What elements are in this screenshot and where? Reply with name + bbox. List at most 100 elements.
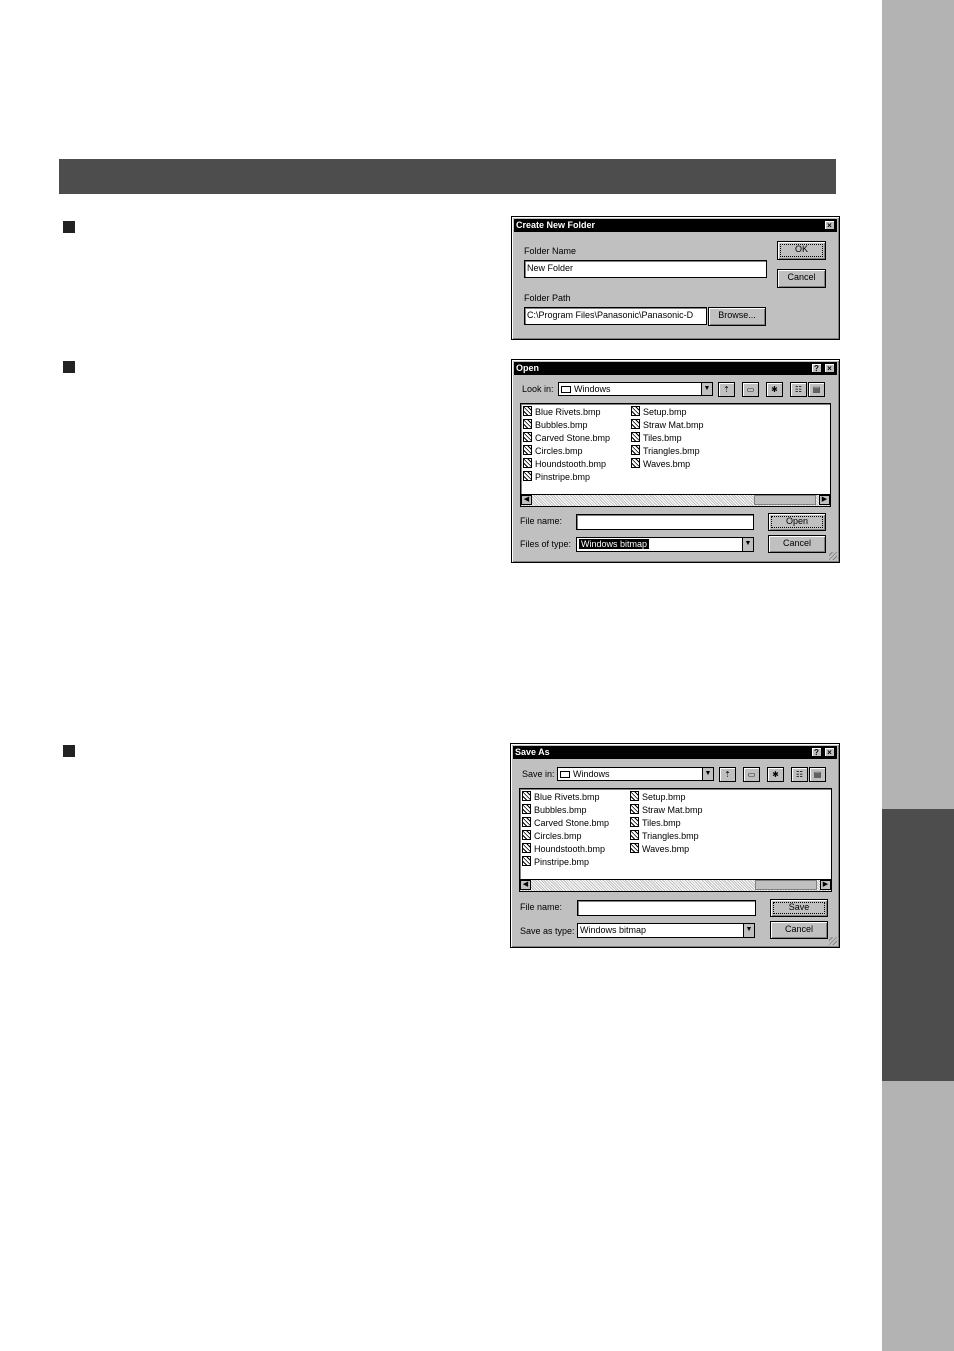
file-list-item[interactable]: Waves.bmp [630,843,689,855]
help-icon[interactable]: ? [811,747,822,757]
file-list-item[interactable]: Pinstripe.bmp [522,856,589,868]
ok-button[interactable]: OK [777,241,826,260]
file-list-item[interactable]: Blue Rivets.bmp [523,406,601,418]
file-list-item[interactable]: Pinstripe.bmp [523,471,590,483]
file-list-item[interactable]: Straw Mat.bmp [631,419,704,431]
close-icon[interactable]: × [824,220,835,230]
resize-grip-icon[interactable] [829,552,837,560]
side-tab [882,0,954,1351]
file-list-item[interactable]: Setup.bmp [630,791,686,803]
file-name-label: File name: [520,516,563,526]
horizontal-scrollbar[interactable]: ◀ ▶ [521,494,830,506]
file-list-item[interactable]: Circles.bmp [523,445,583,457]
file-name-input[interactable] [576,514,754,530]
list-view-icon[interactable]: ☷ [790,382,807,397]
file-name-text: Bubbles.bmp [534,805,587,815]
bitmap-file-icon [523,445,532,455]
section-header-bar [59,159,836,194]
file-list-item[interactable]: Carved Stone.bmp [523,432,610,444]
scroll-right-icon[interactable]: ▶ [819,495,830,505]
file-list-item[interactable]: Setup.bmp [631,406,687,418]
close-icon[interactable]: × [824,363,835,373]
desktop-icon[interactable]: ▭ [742,382,759,397]
save-button[interactable]: Save [770,899,828,917]
cancel-button[interactable]: Cancel [768,535,826,553]
scroll-left-icon[interactable]: ◀ [520,880,531,890]
file-list-item[interactable]: Triangles.bmp [630,830,699,842]
dropdown-arrow-icon[interactable]: ▼ [702,768,713,780]
bitmap-file-icon [631,445,640,455]
new-folder-icon[interactable]: ✱ [766,382,783,397]
cancel-button[interactable]: Cancel [777,269,826,288]
file-list-item[interactable]: Circles.bmp [522,830,582,842]
file-list-item[interactable]: Houndstooth.bmp [522,843,605,855]
up-folder-icon[interactable]: ⇡ [719,767,736,782]
file-type-label: Files of type: [520,539,572,549]
details-view-icon[interactable]: ▤ [808,382,825,397]
close-icon[interactable]: × [824,747,835,757]
browse-button[interactable]: Browse... [708,307,766,326]
dropdown-arrow-icon[interactable]: ▼ [742,538,753,551]
file-list-item[interactable]: Tiles.bmp [630,817,681,829]
bullet-square-1 [63,221,75,233]
horizontal-scrollbar[interactable]: ◀ ▶ [520,879,831,891]
folder-name-label: Folder Name [524,246,577,256]
dropdown-arrow-icon[interactable]: ▼ [743,924,754,937]
resize-grip-icon[interactable] [829,937,837,945]
dropdown-arrow-icon[interactable]: ▼ [701,383,712,395]
help-icon[interactable]: ? [811,363,822,373]
cancel-button[interactable]: Cancel [770,921,828,939]
save-as-type-dropdown[interactable]: Windows bitmap ▼ [577,923,755,938]
file-name-text: Setup.bmp [643,407,687,417]
bitmap-file-icon [631,432,640,442]
look-in-dropdown[interactable]: Windows ▼ [558,382,713,396]
file-list-item[interactable]: Houndstooth.bmp [523,458,606,470]
file-name-text: Carved Stone.bmp [535,433,611,443]
bullet-square-3 [63,745,75,757]
file-name-text: Tiles.bmp [643,433,682,443]
bitmap-file-icon [523,406,532,416]
file-list[interactable]: Blue Rivets.bmp Bubbles.bmp Carved Stone.b… [520,403,831,507]
save-in-dropdown[interactable]: Windows ▼ [557,767,714,781]
dialog-titlebar: Open ? × [514,362,837,375]
scroll-right-icon[interactable]: ▶ [820,880,831,890]
file-list-item[interactable]: Bubbles.bmp [523,419,588,431]
file-list[interactable]: Blue Rivets.bmp Bubbles.bmp Carved Stone.b… [519,788,832,892]
file-list-item[interactable]: Bubbles.bmp [522,804,587,816]
bitmap-file-icon [630,843,639,853]
desktop-icon[interactable]: ▭ [743,767,760,782]
file-name-text: Blue Rivets.bmp [535,407,601,417]
file-name-text: Bubbles.bmp [535,420,588,430]
file-name-label: File name: [520,902,563,912]
open-button[interactable]: Open [768,513,826,531]
bitmap-file-icon [523,458,532,468]
bitmap-file-icon [522,856,531,866]
file-name-input[interactable] [577,900,756,916]
bitmap-file-icon [522,843,531,853]
bitmap-file-icon [630,791,639,801]
file-list-item[interactable]: Tiles.bmp [631,432,682,444]
new-folder-icon[interactable]: ✱ [767,767,784,782]
bitmap-file-icon [523,471,532,481]
file-list-item[interactable]: Blue Rivets.bmp [522,791,600,803]
file-list-item[interactable]: Triangles.bmp [631,445,700,457]
look-in-label: Look in: [522,384,554,394]
up-folder-icon[interactable]: ⇡ [718,382,735,397]
scroll-thumb[interactable] [754,495,816,505]
list-view-icon[interactable]: ☷ [791,767,808,782]
folder-path-label: Folder Path [524,293,571,303]
file-list-item[interactable]: Waves.bmp [631,458,690,470]
file-type-value: Windows bitmap [579,539,650,549]
file-name-text: Pinstripe.bmp [535,472,591,482]
file-list-item[interactable]: Carved Stone.bmp [522,817,609,829]
details-view-icon[interactable]: ▤ [809,767,826,782]
file-list-item[interactable]: Straw Mat.bmp [630,804,703,816]
bullet-square-2 [63,361,75,373]
dialog-title: Create New Folder [516,220,596,230]
folder-name-input[interactable]: New Folder [524,260,767,278]
scroll-thumb[interactable] [755,880,817,890]
folder-path-input[interactable]: C:\Program Files\Panasonic\Panasonic-D [524,307,707,325]
file-type-dropdown[interactable]: Windows bitmap ▼ [576,537,754,552]
scroll-left-icon[interactable]: ◀ [521,495,532,505]
bitmap-file-icon [630,830,639,840]
